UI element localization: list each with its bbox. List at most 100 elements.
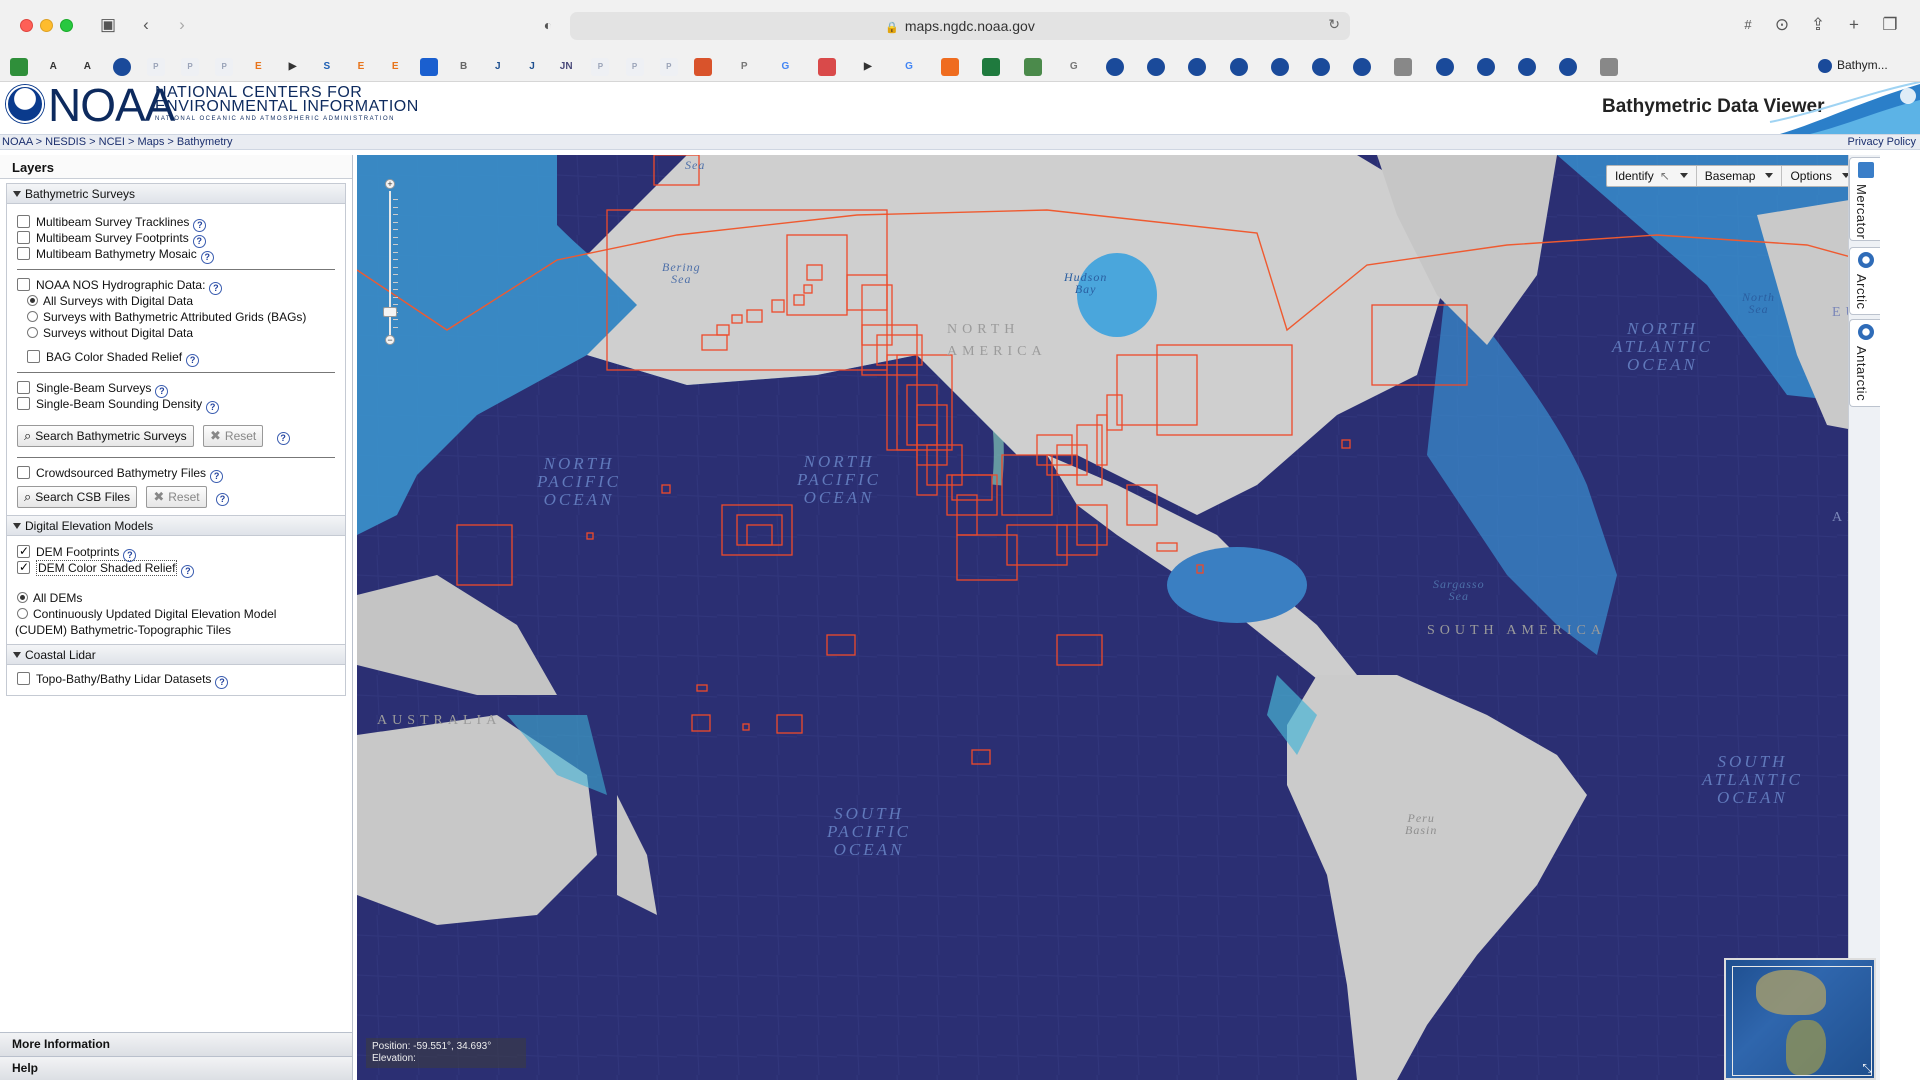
compass-icon[interactable] [1394,58,1413,76]
cap-icon[interactable] [420,58,439,76]
arrow-icon[interactable]: ▶ [284,58,302,76]
hash-icon[interactable]: # [1736,13,1760,37]
drive-icon[interactable] [10,58,28,76]
single-beam-density-checkbox[interactable] [17,397,30,410]
jn-icon[interactable]: JN [557,58,575,76]
close-window-button[interactable] [20,19,33,32]
noaa-icon[interactable] [1188,58,1207,76]
pdf-icon[interactable]: P [659,58,678,76]
overview-extent-box[interactable] [1732,966,1872,1076]
s-icon[interactable]: S [318,58,336,76]
bag-relief-checkbox[interactable] [27,350,40,363]
zoom-in-icon[interactable]: + [385,179,395,189]
coastal-lidar-header[interactable]: Coastal Lidar [7,645,345,665]
help-icon[interactable]: ? [181,565,195,578]
noaa-icon[interactable] [1476,58,1495,76]
help-icon[interactable]: ? [206,401,220,414]
a-icon[interactable]: A [78,58,96,76]
cudem-radio[interactable] [17,608,28,619]
cube-icon[interactable] [941,58,960,76]
breadcrumb-link-ncei[interactable]: NCEI [99,136,125,148]
help-icon[interactable]: ? [276,432,290,445]
download-icon[interactable]: ⊙ [1770,13,1794,37]
help-icon[interactable]: ? [200,251,214,264]
all-dems-radio[interactable] [17,592,28,603]
pdf-icon[interactable]: P [625,58,644,76]
e-icon[interactable]: E [249,58,267,76]
noaa-icon[interactable] [1147,58,1166,76]
noaa-icon[interactable] [1353,58,1372,76]
jbc-icon[interactable]: J [489,58,507,76]
new-tab-icon[interactable]: + [1842,13,1866,37]
breadcrumb-link-maps[interactable]: Maps [137,136,164,148]
dem-header[interactable]: Digital Elevation Models [7,516,345,536]
b-icon[interactable]: B [455,58,473,76]
sheet-icon[interactable] [982,58,1001,76]
zoom-slider[interactable]: + − [383,179,398,345]
circle-icon[interactable] [817,58,836,76]
privacy-policy-link[interactable]: Privacy Policy [1848,135,1916,149]
overview-map[interactable]: ⤡ [1724,958,1876,1080]
multibeam-tracklines-checkbox[interactable] [17,215,30,228]
nos-hydrographic-checkbox[interactable] [17,278,30,291]
reset-csb-button[interactable]: ✖ Reset [146,485,207,508]
compass-icon[interactable] [1600,58,1619,76]
address-bar[interactable]: 🔒 maps.ngdc.noaa.gov ↻ [570,12,1350,40]
arrow-icon[interactable]: ▶ [859,58,877,76]
forward-icon[interactable]: › [170,13,194,37]
breadcrumb-link-bathymetry[interactable]: Bathymetry [177,136,233,148]
eye-icon[interactable] [694,58,712,76]
breadcrumb-link-nesdis[interactable]: NESDIS [45,136,86,148]
pdf-icon[interactable]: P [146,58,165,76]
surveys-bags-radio[interactable] [27,311,38,322]
single-beam-checkbox[interactable] [17,381,30,394]
noaa-icon[interactable] [1312,58,1330,76]
help-icon[interactable]: ? [215,493,229,506]
noaa-icon[interactable] [1229,58,1248,76]
pdf-icon[interactable]: P [215,58,234,76]
search-bathymetric-surveys-button[interactable]: ⌕ Search Bathymetric Surveys [17,424,194,447]
pdf-icon[interactable]: P [591,58,610,76]
mercator-tab[interactable]: Mercator [1849,157,1880,241]
back-icon[interactable]: ‹ [134,13,158,37]
minimize-window-button[interactable] [40,19,53,32]
search-csb-button[interactable]: ⌕ Search CSB Files [17,485,137,508]
resize-icon[interactable]: ⤡ [1862,1061,1872,1076]
help-icon[interactable]: ? [210,470,224,483]
doc-icon[interactable] [1023,58,1042,76]
e-icon[interactable]: E [352,58,370,76]
all-surveys-radio[interactable] [27,295,38,306]
noaa-icon[interactable] [1270,58,1289,76]
lidar-datasets-checkbox[interactable] [17,672,30,685]
noaa-logo[interactable] [6,85,44,123]
pdf-icon[interactable]: P [181,58,199,76]
help-tab[interactable]: Help [0,1056,352,1080]
noaa-icon[interactable] [112,58,131,76]
breadcrumb-link-noaa[interactable]: NOAA [2,136,33,148]
shield-icon[interactable]: ◐ [536,13,560,37]
more-information-tab[interactable]: More Information [0,1032,352,1056]
noaa-icon[interactable] [1559,58,1578,76]
g-icon[interactable]: G [1065,58,1083,76]
zoom-window-button[interactable] [60,19,73,32]
help-icon[interactable]: ? [215,676,229,689]
sidebar-toggle-icon[interactable]: ▣ [96,13,120,37]
google-icon[interactable]: G [776,58,794,76]
noaa-icon[interactable] [1435,58,1454,76]
identify-dropdown[interactable]: Identify ↖ [1607,166,1697,186]
bathymetric-surveys-header[interactable]: Bathymetric Surveys [7,184,345,204]
multibeam-footprints-checkbox[interactable] [17,231,30,244]
map-view[interactable]: Sea Bering Sea Hudson Bay North Sea Sarg… [357,155,1880,1080]
jbc-icon[interactable]: J [523,58,541,76]
a-icon[interactable]: A [44,58,62,76]
reload-icon[interactable]: ↻ [1328,16,1340,33]
antarctic-tab[interactable]: Antarctic [1849,319,1880,407]
share-icon[interactable]: ⇪ [1806,13,1830,37]
multibeam-mosaic-checkbox[interactable] [17,247,30,260]
noaa-icon[interactable] [1518,58,1536,76]
crowdsourced-checkbox[interactable] [17,466,30,479]
e-icon[interactable]: E [386,58,404,76]
zoom-handle[interactable] [383,307,397,317]
dem-relief-checkbox[interactable] [17,559,30,575]
noaa-icon[interactable] [1106,58,1124,76]
